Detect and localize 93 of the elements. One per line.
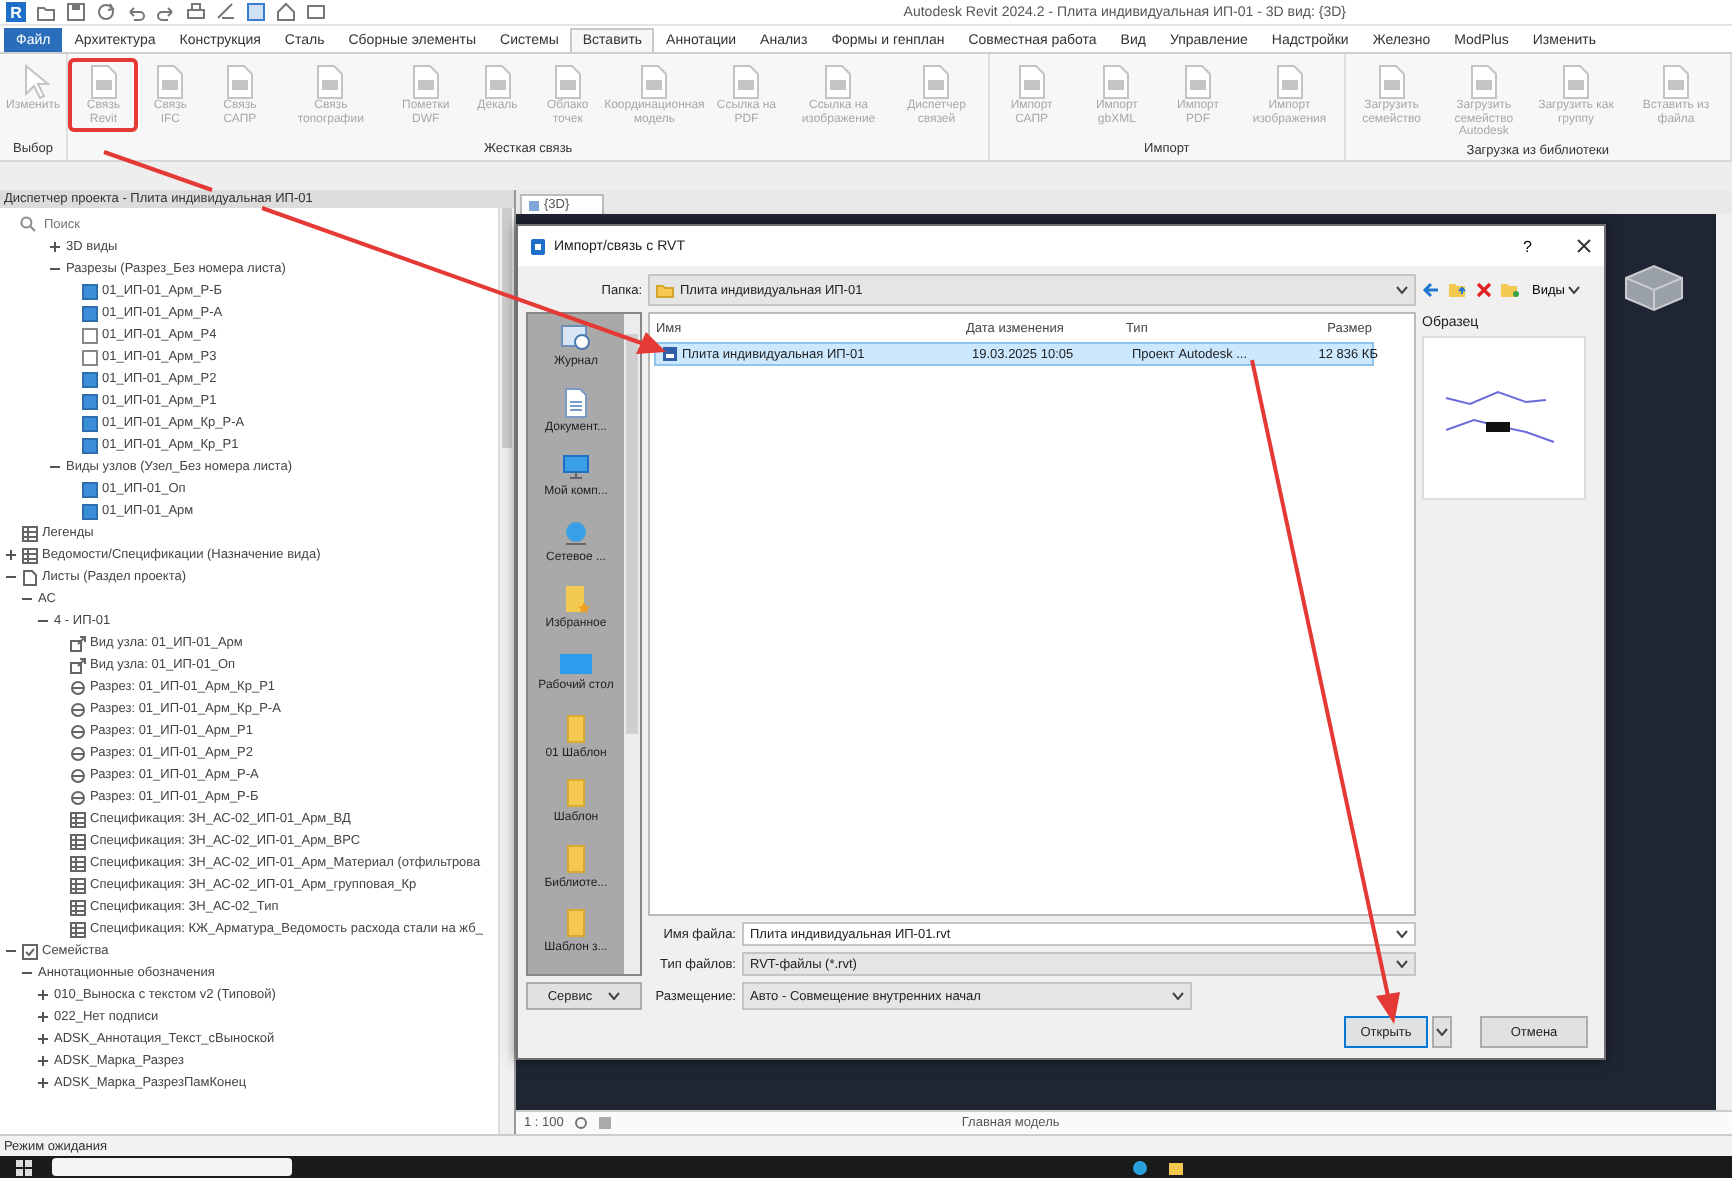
- detail-view-icon: [70, 635, 86, 651]
- undo-icon[interactable]: [126, 2, 146, 22]
- save-icon[interactable]: [66, 2, 86, 22]
- table-icon: [70, 877, 86, 893]
- folder-icon: [656, 283, 674, 297]
- document-icon: [1100, 64, 1133, 100]
- collapse-icon[interactable]: [20, 966, 34, 980]
- scrollbar[interactable]: [498, 208, 514, 1134]
- document-icon: [638, 64, 671, 100]
- back-arrow-icon[interactable]: [1422, 282, 1440, 298]
- collapse-icon[interactable]: [20, 592, 34, 606]
- view-cube-icon[interactable]: [1620, 262, 1688, 314]
- clock-icon: [560, 324, 592, 353]
- table-icon: [70, 811, 86, 827]
- measure-icon[interactable]: [216, 2, 236, 22]
- sync-icon[interactable]: [96, 2, 116, 22]
- expand-icon[interactable]: [36, 1032, 50, 1046]
- printer-icon[interactable]: [186, 2, 206, 22]
- family-icon: [22, 943, 38, 959]
- document-icon: [822, 64, 855, 100]
- folder-icon: [564, 778, 588, 809]
- section-icon: [70, 723, 86, 739]
- table-icon: [70, 899, 86, 915]
- document-icon: [409, 64, 442, 100]
- caret-icon: [1396, 960, 1408, 968]
- caret-icon: [1436, 1028, 1448, 1036]
- window-icon[interactable]: [306, 2, 326, 22]
- detail-view-icon: [70, 657, 86, 673]
- windows-icon[interactable]: [16, 1159, 32, 1175]
- caret-icon: [608, 992, 621, 1000]
- expand-icon[interactable]: [4, 548, 18, 562]
- taskbar-search-field[interactable]: [52, 1158, 292, 1176]
- table-icon: [22, 547, 38, 563]
- document-icon: [564, 388, 588, 419]
- folder-icon: [564, 713, 588, 744]
- section-icon: [70, 767, 86, 783]
- document-icon: [314, 64, 347, 100]
- collapse-icon[interactable]: [48, 262, 62, 276]
- section-icon: [70, 679, 86, 695]
- expand-icon[interactable]: [36, 988, 50, 1002]
- document-icon: [87, 64, 120, 100]
- caret-icon: [1396, 286, 1408, 294]
- house-icon[interactable]: [276, 2, 296, 22]
- document-icon: [154, 64, 187, 100]
- expand-icon[interactable]: [48, 240, 62, 254]
- computer-icon: [560, 454, 592, 483]
- table-icon: [70, 855, 86, 871]
- document-icon: [1467, 64, 1500, 100]
- collapse-icon[interactable]: [48, 460, 62, 474]
- document-icon: [481, 64, 514, 100]
- expand-icon[interactable]: [36, 1010, 50, 1024]
- table-icon: [22, 525, 38, 541]
- expand-icon[interactable]: [36, 1054, 50, 1068]
- section-icon: [70, 701, 86, 717]
- help-button[interactable]: ?: [1523, 237, 1532, 255]
- table-icon: [70, 833, 86, 849]
- document-icon: [1015, 64, 1048, 100]
- project-file-icon: [662, 346, 678, 362]
- caret-icon: [1568, 286, 1581, 294]
- redo-icon[interactable]: [156, 2, 176, 22]
- document-icon: [730, 64, 763, 100]
- document-icon: [1182, 64, 1215, 100]
- document-icon: [1559, 64, 1592, 100]
- sheet-icon: [22, 569, 38, 585]
- section-icon: [70, 789, 86, 805]
- folder-icon: [564, 908, 588, 939]
- folder-icon[interactable]: [1168, 1159, 1184, 1175]
- collapse-icon[interactable]: [4, 570, 18, 584]
- document-icon: [551, 64, 584, 100]
- scrollbar[interactable]: [1716, 214, 1732, 1110]
- document-icon: [223, 64, 256, 100]
- network-icon: [560, 519, 592, 548]
- folder-up-icon[interactable]: [1448, 282, 1468, 298]
- document-icon: [920, 64, 953, 100]
- close-icon[interactable]: [1576, 238, 1592, 254]
- document-icon: [1273, 64, 1306, 100]
- document-icon: [1375, 64, 1408, 100]
- app-logo[interactable]: R: [6, 2, 26, 22]
- folder-icon: [564, 843, 588, 874]
- desktop-icon: [558, 651, 594, 676]
- table-icon: [70, 921, 86, 937]
- collapse-icon[interactable]: [36, 614, 50, 628]
- caret-icon: [1172, 992, 1184, 1000]
- scrollbar[interactable]: [624, 314, 640, 974]
- expand-icon[interactable]: [36, 1076, 50, 1090]
- document-icon: [1660, 64, 1693, 100]
- search-icon: [20, 216, 36, 232]
- section-icon: [70, 745, 86, 761]
- collapse-icon[interactable]: [4, 944, 18, 958]
- delete-icon[interactable]: [1476, 282, 1492, 298]
- caret-icon: [1396, 930, 1408, 938]
- open-options-button[interactable]: [1432, 1016, 1452, 1048]
- new-folder-icon[interactable]: [1500, 282, 1520, 298]
